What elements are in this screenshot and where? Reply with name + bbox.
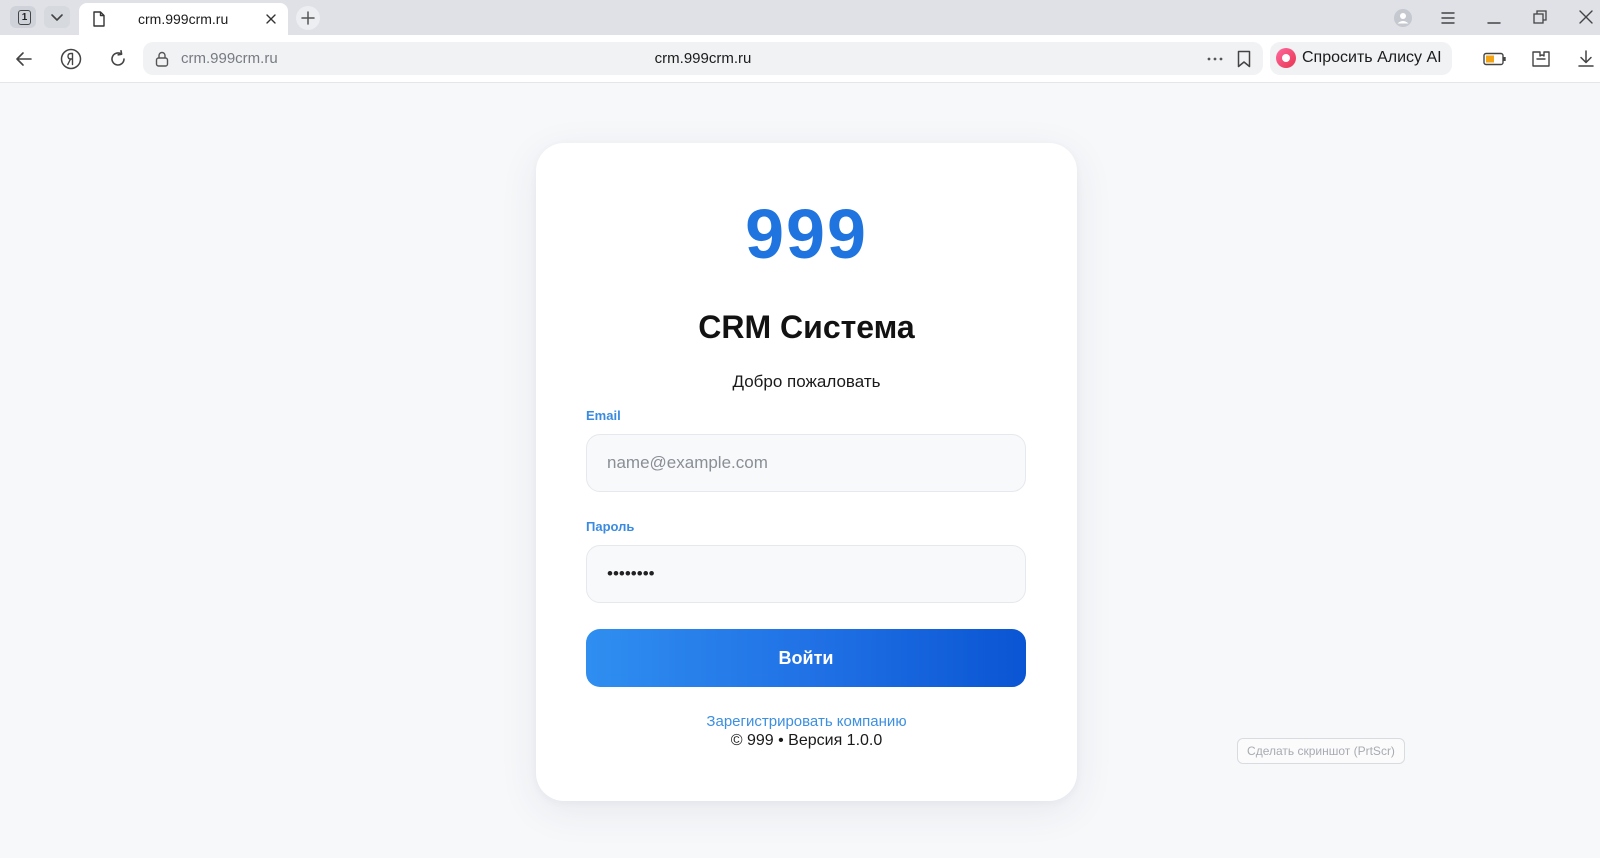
plus-icon [301,11,315,25]
battery-saver-icon[interactable] [1483,51,1507,67]
menu-icon[interactable] [1440,10,1456,26]
password-label: Пароль [586,519,635,534]
copyright-version: © 999 • Версия 1.0.0 [730,732,883,749]
browser-tab-strip: 1 crm.999crm.ru [0,0,1600,35]
bookmark-icon[interactable] [1236,50,1252,68]
email-label: Email [586,408,621,423]
new-tab-button[interactable] [296,6,320,30]
extensions-icon[interactable] [1530,48,1552,70]
back-arrow-icon[interactable] [14,49,34,69]
more-options-icon[interactable] [1206,50,1224,68]
ask-alice-label: Спросить Алису AI [1302,49,1442,66]
password-field[interactable] [586,545,1026,603]
yandex-home-icon[interactable] [60,48,82,70]
lock-icon[interactable] [155,51,169,67]
alice-icon [1276,48,1296,68]
register-company-link[interactable]: Зарегистрировать компанию [536,714,1077,729]
page-icon [93,11,105,27]
chevron-down-icon [51,14,63,21]
profile-icon[interactable] [1393,8,1413,28]
welcome-subtitle: Добро пожаловать [732,372,881,391]
downloads-icon[interactable] [1576,49,1596,69]
screenshot-hint-button[interactable]: Сделать скриншот (PrtScr) [1237,738,1405,764]
reload-icon[interactable] [108,49,128,69]
close-tab-icon[interactable] [265,13,277,25]
address-url: crm.999crm.ru [181,50,278,67]
brand-logo: 999 [745,195,868,273]
tab-title: crm.999crm.ru [138,11,229,27]
page-title: CRM Система [698,309,915,345]
tab-counter-button[interactable]: 1 [10,6,36,28]
tab-list-dropdown-button[interactable] [44,6,70,28]
tab-count: 1 [18,10,31,25]
ask-alice-button[interactable]: Спросить Алису AI [1270,42,1452,75]
active-tab[interactable]: crm.999crm.ru [79,3,288,35]
browser-toolbar: crm.999crm.ru crm.999crm.ru Спросить Али… [0,35,1600,83]
minimize-icon[interactable] [1486,10,1502,26]
address-bar[interactable]: crm.999crm.ru crm.999crm.ru [143,42,1263,75]
close-window-icon[interactable] [1578,9,1594,25]
login-card: 999 CRM Система Добро пожаловать Email П… [536,143,1077,801]
email-field[interactable] [586,434,1026,492]
login-button[interactable]: Войти [586,629,1026,687]
restore-window-icon[interactable] [1532,9,1548,25]
address-url-title: crm.999crm.ru [654,50,752,67]
